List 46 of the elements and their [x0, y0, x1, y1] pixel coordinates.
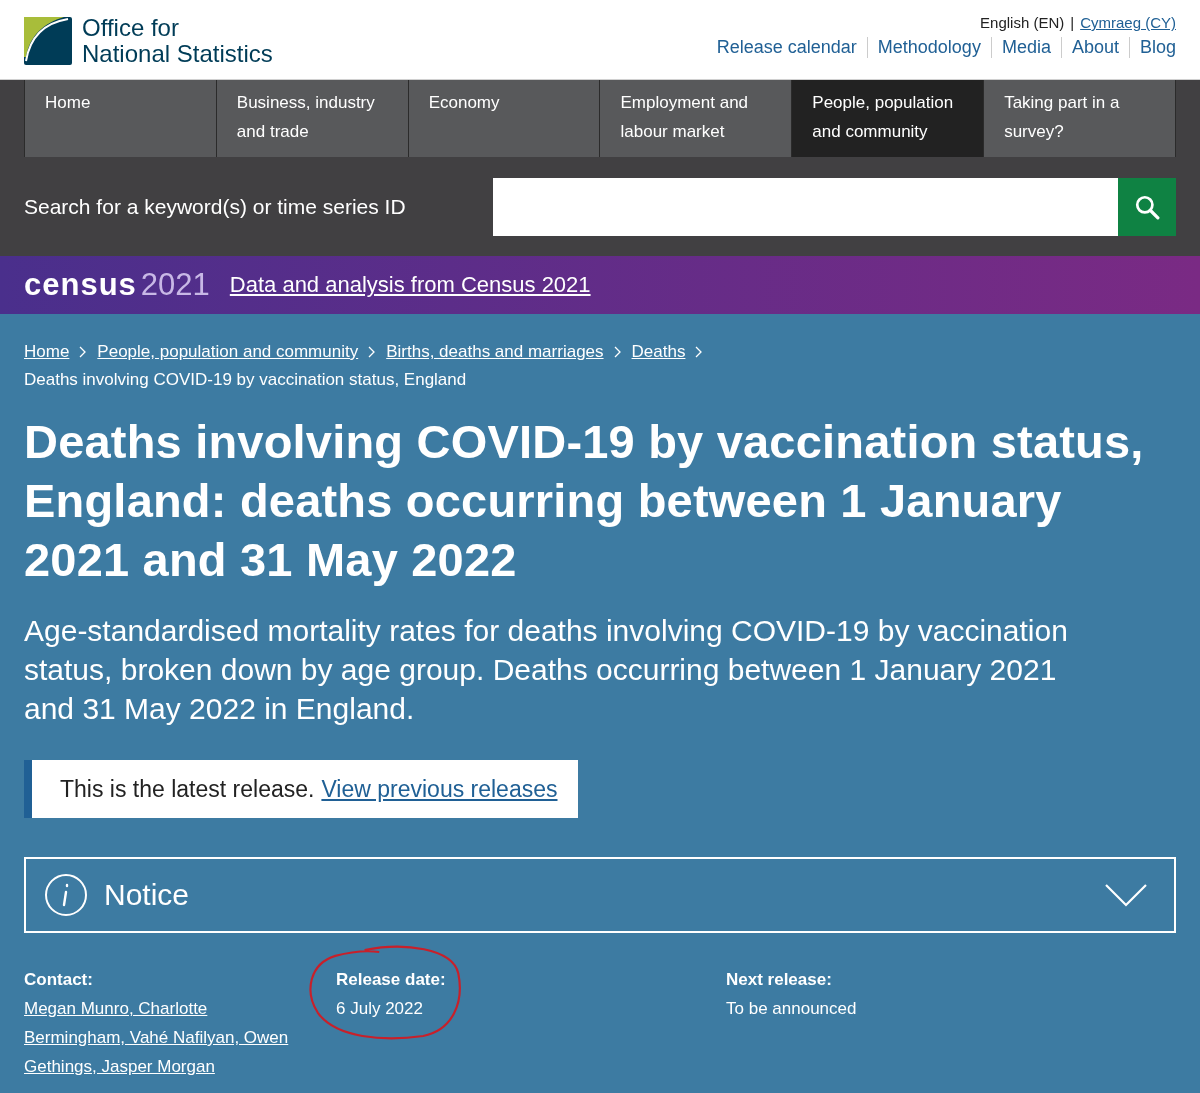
breadcrumb-link[interactable]: Births, deaths and marriages [386, 342, 604, 362]
current-language[interactable]: English (EN) [980, 14, 1065, 31]
search-label: Search for a keyword(s) or time series ID [24, 194, 406, 219]
breadcrumb-link[interactable]: Deaths [631, 342, 686, 362]
header-link[interactable]: Methodology [866, 37, 991, 58]
chevron-icon [1104, 883, 1148, 907]
meta-label: Next release: [726, 969, 833, 991]
meta-label: Contact: [24, 969, 94, 991]
nav-tab[interactable]: Business, industry and trade [215, 80, 408, 157]
notice-panel[interactable]: Notice [24, 857, 1176, 933]
ons-logo-icon[interactable] [24, 16, 72, 65]
contact-link[interactable]: Megan Munro, Charlotte Bermingham, Vahé Nafilyan, Owen Gethings, Jasper Morgan [24, 994, 304, 1081]
chevron-icon [79, 346, 88, 358]
info-icon [44, 873, 88, 917]
language-link[interactable]: Cymraeg (CY) [1080, 14, 1176, 31]
census-logo[interactable]: census 2021 [24, 267, 210, 303]
nav-tab[interactable]: Home [24, 80, 216, 157]
separator: | [1070, 14, 1075, 31]
nav-tab[interactable]: People, population and community [791, 80, 984, 157]
header-link[interactable]: Blog [1128, 37, 1176, 58]
breadcrumb-link[interactable]: People, population and community [97, 342, 359, 362]
previous-releases-link[interactable]: View previous releases [321, 775, 558, 803]
chevron-icon [368, 346, 377, 358]
current-page: Deaths involving COVID-19 by vaccination status, England [24, 370, 468, 390]
header-link[interactable]: About [1060, 37, 1129, 58]
chevron-icon [695, 346, 704, 358]
nav-tab[interactable]: Employment and labour market [599, 80, 792, 157]
logo-text[interactable]: National Statistics [82, 40, 273, 67]
summary-text: Age-standardised mortality rates for deaths involving COVID-19 by vaccination status, broken down by age group. Deaths occurring between 1 January 2021 and 31 May 2022 in England. [24, 613, 1069, 727]
notice-label: Notice [104, 878, 191, 912]
header-link[interactable]: Media [990, 37, 1061, 58]
release-text: This is the latest release. [60, 775, 315, 803]
logo-text[interactable]: Office for [82, 14, 273, 41]
meta-value: To be announced [726, 998, 858, 1020]
search-icon [1134, 193, 1160, 220]
search-button[interactable] [1118, 177, 1176, 236]
page-title: Deaths involving COVID-19 by vaccination status, England: deaths occurring between 1 January 2021 and 31 May 2022 [24, 414, 1145, 588]
nav-tab[interactable]: Taking part in a survey? [983, 80, 1176, 157]
chevron-icon [613, 346, 622, 358]
nav-tab[interactable]: Economy [407, 80, 600, 157]
meta-value: 6 July 2022 [336, 998, 424, 1020]
header-link[interactable]: Release calendar [706, 37, 867, 58]
breadcrumb-link[interactable]: Home [24, 342, 70, 362]
search-field[interactable] [493, 177, 1118, 236]
meta-label: Release date: [336, 969, 447, 991]
census-link[interactable]: Data and analysis from Census 2021 [229, 272, 591, 298]
